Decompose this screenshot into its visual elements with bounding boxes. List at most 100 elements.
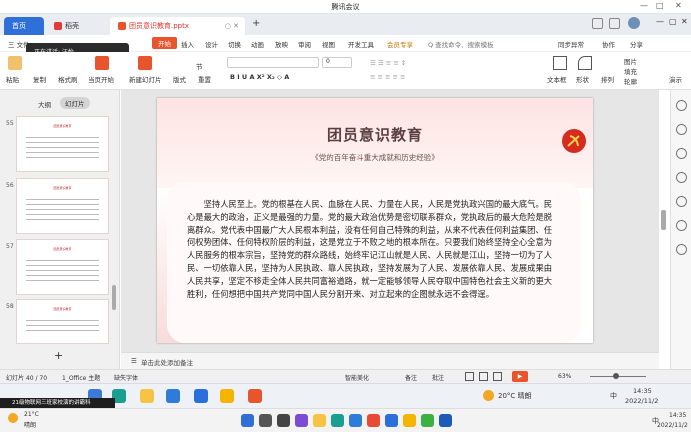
mail-icon[interactable]: [166, 389, 180, 403]
shape-button[interactable]: 形状: [576, 74, 589, 84]
notes-toggle[interactable]: 备注: [405, 373, 417, 382]
section-button[interactable]: 节: [196, 61, 203, 71]
edge-icon[interactable]: [331, 414, 344, 427]
slide-thumbnail[interactable]: 团员意识教育: [16, 239, 109, 295]
menu-item-view[interactable]: 视图: [322, 39, 335, 49]
slide-body-text[interactable]: 坚持人民至上。党的根基在人民、血脉在人民、力量在人民，人民是党执政兴国的最大底气…: [187, 198, 557, 300]
tab-active-document[interactable]: 团员意识教育.pptx ○ ✕: [110, 17, 245, 35]
textbox-button[interactable]: 文本框: [547, 74, 567, 84]
ime-indicator[interactable]: 中: [610, 391, 617, 401]
paste-icon: [8, 56, 22, 70]
app-icon[interactable]: [367, 414, 380, 427]
new-tab-icon[interactable]: +: [252, 18, 260, 29]
zoom-slider-handle[interactable]: [613, 373, 619, 379]
folder-icon[interactable]: [313, 414, 326, 427]
notes-bar[interactable]: ☰ 单击此处添加备注: [121, 352, 659, 369]
tab-home[interactable]: 首页: [4, 17, 44, 35]
menu-item-home[interactable]: 开始: [152, 37, 177, 49]
slide-thumbnail[interactable]: 团员意识教育: [16, 299, 109, 344]
app-icon[interactable]: [439, 414, 452, 427]
sorter-view-icon[interactable]: [479, 372, 488, 381]
workspace-scrollbar[interactable]: [661, 210, 666, 230]
meeting-icon[interactable]: [194, 389, 208, 403]
share-button[interactable]: 分享: [630, 39, 643, 49]
arrange-button[interactable]: 排列: [601, 74, 614, 84]
slide-subtitle[interactable]: 《党的百年奋斗重大成就和历史经验》: [157, 152, 593, 163]
windows-start-icon[interactable]: [241, 414, 254, 427]
tab-docer[interactable]: 稻壳: [46, 17, 108, 35]
presentation-button[interactable]: 演示: [669, 74, 682, 84]
slide-thumbnail[interactable]: 团员意识教育: [16, 116, 109, 172]
temperature: 21°C: [24, 411, 39, 418]
zoom-level[interactable]: 63%: [558, 373, 571, 380]
search-icon[interactable]: [259, 414, 272, 427]
menu-item-insert[interactable]: 插入: [181, 39, 194, 49]
paragraph-tools[interactable]: ☰ ☰ ≡ ≡ ↕: [370, 59, 406, 67]
app-icon[interactable]: [403, 414, 416, 427]
play-icon[interactable]: ▶: [512, 371, 528, 382]
recording-icon[interactable]: [676, 220, 687, 231]
reading-view-icon[interactable]: [493, 372, 502, 381]
menu-item-developer[interactable]: 开发工具: [348, 39, 374, 49]
minimize-icon[interactable]: —: [640, 1, 648, 10]
help-icon[interactable]: [676, 244, 687, 255]
thumbnail-scrollbar[interactable]: [112, 285, 116, 310]
meeting-icon[interactable]: [385, 414, 398, 427]
menu-item-review[interactable]: 审阅: [298, 39, 311, 49]
play-current-button[interactable]: 当页开始: [88, 74, 114, 84]
reset-button[interactable]: 重置: [198, 74, 211, 84]
slide-canvas[interactable]: 团员意识教育 《党的百年奋斗重大成就和历史经验》 坚持人民至上。党的根基在人民、…: [157, 98, 593, 343]
sync-status[interactable]: 同步异常: [558, 39, 584, 49]
new-slide-button[interactable]: 新建幻灯片: [129, 74, 162, 84]
picture-button[interactable]: 图片: [624, 56, 637, 66]
copy-button[interactable]: 复制: [33, 74, 46, 84]
menu-item-slideshow[interactable]: 放映: [275, 39, 288, 49]
paste-button[interactable]: 粘贴: [6, 74, 19, 84]
fill-button[interactable]: 填充: [624, 66, 637, 76]
menu-item-design[interactable]: 设计: [205, 39, 218, 49]
wechat-icon[interactable]: [220, 389, 234, 403]
store-icon[interactable]: [349, 414, 362, 427]
restore-icon[interactable]: ▢: [669, 17, 677, 26]
collaborate-button[interactable]: 协作: [602, 39, 615, 49]
settings-icon[interactable]: [676, 100, 687, 111]
wps-icon[interactable]: [248, 389, 262, 403]
share-icon[interactable]: [676, 196, 687, 207]
close-icon[interactable]: ✕: [675, 1, 682, 10]
minimize-icon[interactable]: —: [656, 17, 664, 26]
menu-item-animation[interactable]: 动画: [251, 39, 264, 49]
align-tools[interactable]: ≡ ≡ ≡ ≡ ≡: [370, 73, 406, 81]
font-size-select[interactable]: 0: [322, 57, 352, 68]
wechat-icon[interactable]: [421, 414, 434, 427]
slide-thumbnail[interactable]: 团员意识教育: [16, 178, 109, 234]
missing-font[interactable]: 缺失字体: [114, 373, 138, 382]
animation-icon[interactable]: [676, 124, 687, 135]
command-search[interactable]: Q 查找命令、搜索模板: [428, 39, 494, 49]
comments-toggle[interactable]: 批注: [432, 373, 444, 382]
task-view-icon[interactable]: [277, 414, 290, 427]
menu-item-transition[interactable]: 切换: [228, 39, 241, 49]
notes-placeholder[interactable]: 单击此处添加备注: [141, 357, 193, 367]
font-name-select[interactable]: [227, 57, 319, 68]
grid-icon[interactable]: [609, 18, 620, 29]
layout-button[interactable]: 版式: [173, 74, 186, 84]
format-icon[interactable]: [676, 148, 687, 159]
outline-button[interactable]: 轮廓: [624, 76, 637, 86]
slide-title[interactable]: 团员意识教育: [157, 124, 593, 145]
avatar[interactable]: [628, 17, 640, 29]
maximize-icon[interactable]: □: [656, 1, 664, 10]
smart-beautify-button[interactable]: 智能美化: [345, 373, 369, 382]
teams-icon[interactable]: [295, 414, 308, 427]
layout-icon[interactable]: [592, 18, 603, 29]
tab-slides[interactable]: 幻灯片: [60, 97, 90, 109]
template-icon[interactable]: [676, 172, 687, 183]
tab-close-icon[interactable]: ○ ✕: [225, 17, 239, 35]
normal-view-icon[interactable]: [465, 372, 474, 381]
add-slide-icon[interactable]: +: [54, 349, 63, 362]
tab-outline[interactable]: 大纲: [38, 99, 51, 109]
format-painter-button[interactable]: 格式刷: [58, 74, 78, 84]
close-icon[interactable]: ✕: [681, 17, 688, 26]
bold-icon[interactable]: B I U A X² X₂ ◇ A: [230, 73, 289, 81]
menu-item-member[interactable]: 会员专享: [387, 39, 413, 49]
folder-icon[interactable]: [140, 389, 154, 403]
